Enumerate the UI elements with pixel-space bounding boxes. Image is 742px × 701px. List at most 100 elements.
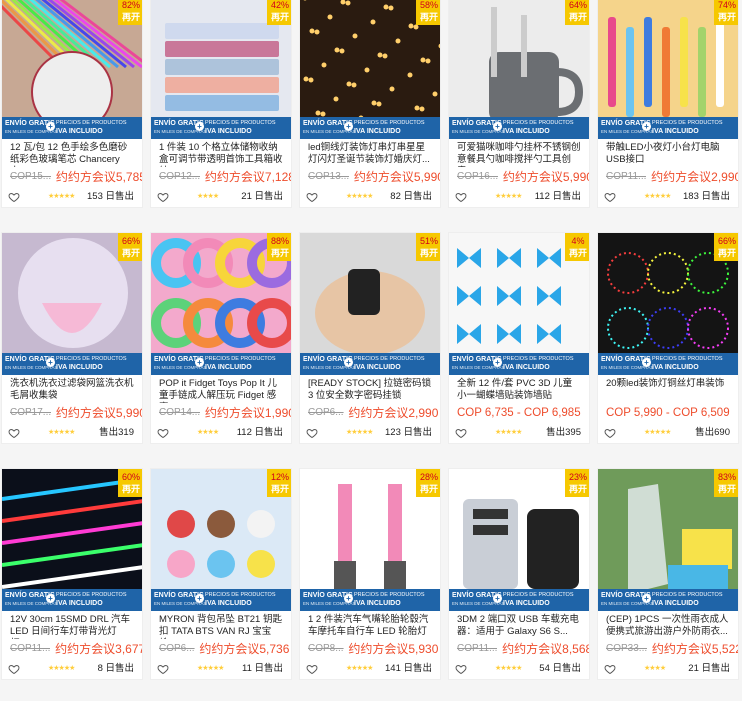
product-image[interactable]: 74% 再开 ENVÍO GRATIS EN MILES DE COMPRAS …	[598, 0, 738, 139]
iva-label: IVA INCLUIDO	[652, 600, 699, 607]
sale-price: 约约方会议5,990	[502, 170, 589, 184]
product-title[interactable]: 12 瓦/包 12 色手绘多色磨砂纸彩色玻璃笔芯 Chancery 中...	[2, 139, 142, 167]
product-card[interactable]: 42% 再开 ENVÍO GRATIS EN MILES DE COMPRAS …	[150, 0, 292, 208]
plus-icon: +	[493, 358, 502, 367]
product-card[interactable]: 51% 再开 ENVÍO GRATIS EN MILES DE COMPRAS …	[299, 232, 441, 444]
product-title[interactable]: [READY STOCK] 拉链密码锁 3 位安全数字密码挂锁	[300, 375, 440, 403]
product-card[interactable]: 60% 再开 ENVÍO GRATIS EN MILES DE COMPRAS …	[1, 468, 143, 680]
product-image[interactable]: 12% 再开 ENVÍO GRATIS EN MILES DE COMPRAS …	[151, 469, 291, 611]
product-card[interactable]: 58% 再开 ENVÍO GRATIS EN MILES DE COMPRAS …	[299, 0, 441, 208]
heart-icon[interactable]	[604, 663, 616, 675]
product-title[interactable]: 全新 12 件/套 PVC 3D 儿童小一蝴蝶墙贴装饰墙贴	[449, 375, 589, 403]
product-card[interactable]: 88% 再开 ENVÍO GRATIS EN MILES DE COMPRAS …	[150, 232, 292, 444]
heart-icon[interactable]	[455, 191, 467, 203]
heart-icon[interactable]	[604, 191, 616, 203]
sold-count: 8 日售出	[97, 663, 134, 674]
plus-icon: +	[195, 122, 204, 131]
product-card[interactable]: 12% 再开 ENVÍO GRATIS EN MILES DE COMPRAS …	[150, 468, 292, 680]
discount-percent: 88%	[270, 236, 289, 246]
discount-percent: 64%	[568, 0, 587, 10]
heart-icon[interactable]	[157, 663, 169, 675]
iva-label: IVA INCLUIDO	[56, 128, 103, 135]
meta-row: ★★★★★ 112 日售出	[449, 187, 589, 207]
product-title[interactable]: 1 件装 10 个格立体储物收纳盒可调节带透明首饰工具箱收纳	[151, 139, 291, 167]
product-image[interactable]: 58% 再开 ENVÍO GRATIS EN MILES DE COMPRAS …	[300, 0, 440, 139]
product-title[interactable]: 20颗led装饰灯铜丝灯串装饰	[598, 375, 738, 403]
promo-banner: ENVÍO GRATIS EN MILES DE COMPRAS + PRECI…	[449, 353, 589, 375]
heart-icon[interactable]	[306, 663, 318, 675]
product-image[interactable]: 66% 再开 ENVÍO GRATIS EN MILES DE COMPRAS …	[2, 233, 142, 375]
product-card[interactable]: 74% 再开 ENVÍO GRATIS EN MILES DE COMPRAS …	[597, 0, 739, 208]
product-title[interactable]: 12V 30cm 15SMD DRL 汽车 LED 日间行车灯带背光灯灯...	[2, 611, 142, 639]
meta-row: ★★★★★ 售出395	[449, 423, 589, 443]
product-image[interactable]: 66% 再开 ENVÍO GRATIS EN MILES DE COMPRAS …	[598, 233, 738, 375]
meta-row: ★★★★ 21 日售出	[598, 659, 738, 679]
product-image[interactable]: 64% 再开 ENVÍO GRATIS EN MILES DE COMPRAS …	[449, 0, 589, 139]
product-card[interactable]: 83% 再开 ENVÍO GRATIS EN MILES DE COMPRAS …	[597, 468, 739, 680]
rating-stars: ★★★★★	[644, 429, 671, 436]
plus-icon: +	[344, 122, 353, 131]
product-image[interactable]: 4% 再开 ENVÍO GRATIS EN MILES DE COMPRAS +…	[449, 233, 589, 375]
product-title[interactable]: 带触LED小夜灯小台灯电脑USB接口	[598, 139, 738, 167]
product-title[interactable]: 可爱猫咪咖啡勺挂杯不锈钢创意餐具勺咖啡搅拌勺工具创意...	[449, 139, 589, 167]
plus-icon: +	[642, 122, 651, 131]
heart-icon[interactable]	[306, 191, 318, 203]
discount-percent: 51%	[419, 236, 438, 246]
product-card[interactable]: 4% 再开 ENVÍO GRATIS EN MILES DE COMPRAS +…	[448, 232, 590, 444]
product-image[interactable]: 42% 再开 ENVÍO GRATIS EN MILES DE COMPRAS …	[151, 0, 291, 139]
heart-icon[interactable]	[8, 191, 20, 203]
original-price: COP11...	[10, 643, 51, 654]
product-card[interactable]: 66% 再开 ENVÍO GRATIS EN MILES DE COMPRAS …	[1, 232, 143, 444]
discount-badge: 23% 再开	[565, 469, 589, 497]
discount-badge: 42% 再开	[267, 0, 291, 25]
product-image[interactable]: 88% 再开 ENVÍO GRATIS EN MILES DE COMPRAS …	[151, 233, 291, 375]
original-price: COP11...	[457, 643, 498, 654]
product-title[interactable]: 1 2 件装汽车气嘴轮胎轮毂汽车摩托车自行车 LED 轮胎灯	[300, 611, 440, 639]
product-card[interactable]: 64% 再开 ENVÍO GRATIS EN MILES DE COMPRAS …	[448, 0, 590, 208]
product-card[interactable]: 28% 再开 ENVÍO GRATIS EN MILES DE COMPRAS …	[299, 468, 441, 680]
product-image[interactable]: 23% 再开 ENVÍO GRATIS EN MILES DE COMPRAS …	[449, 469, 589, 611]
discount-badge: 66% 再开	[118, 233, 142, 261]
original-price: COP6...	[308, 407, 344, 418]
product-card[interactable]: 82% 再开 ENVÍO GRATIS EN MILES DE COMPRAS …	[1, 0, 143, 208]
plus-icon: +	[46, 594, 55, 603]
heart-icon[interactable]	[157, 427, 169, 439]
plus-icon: +	[46, 122, 55, 131]
product-card[interactable]: 23% 再开 ENVÍO GRATIS EN MILES DE COMPRAS …	[448, 468, 590, 680]
product-image[interactable]: 28% 再开 ENVÍO GRATIS EN MILES DE COMPRAS …	[300, 469, 440, 611]
heart-icon[interactable]	[306, 427, 318, 439]
prices-label: PRECIOS DE PRODUCTOS	[503, 356, 574, 362]
iva-label: IVA INCLUIDO	[205, 128, 252, 135]
sale-price: 约约方会议3,677	[55, 642, 142, 656]
price-row: COP6... 约约方会议2,990	[300, 403, 440, 423]
heart-icon[interactable]	[604, 427, 616, 439]
product-image[interactable]: 82% 再开 ENVÍO GRATIS EN MILES DE COMPRAS …	[2, 0, 142, 139]
heart-icon[interactable]	[8, 427, 20, 439]
heart-icon[interactable]	[455, 663, 467, 675]
product-title[interactable]: led铜线灯装饰灯串灯串星星灯闪灯圣诞节装饰灯婚庆灯...	[300, 139, 440, 167]
product-title[interactable]: MYRON 背包吊坠 BT21 钥匙扣 TATA BTS VAN RJ 宝宝蛛.…	[151, 611, 291, 639]
heart-icon[interactable]	[8, 663, 20, 675]
product-image[interactable]: 83% 再开 ENVÍO GRATIS EN MILES DE COMPRAS …	[598, 469, 738, 611]
product-image[interactable]: 51% 再开 ENVÍO GRATIS EN MILES DE COMPRAS …	[300, 233, 440, 375]
iva-label: IVA INCLUIDO	[354, 600, 401, 607]
promo-banner: ENVÍO GRATIS EN MILES DE COMPRAS + PRECI…	[2, 353, 142, 375]
heart-icon[interactable]	[455, 427, 467, 439]
rating-stars: ★★★★★	[346, 665, 373, 672]
sold-count: 112 日售出	[534, 191, 581, 202]
discount-percent: 4%	[571, 236, 585, 246]
product-title[interactable]: (CEP) 1PCS 一次性雨衣成人便携式旅游出游户外防雨衣...	[598, 611, 738, 639]
product-title[interactable]: POP it Fidget Toys Pop It 儿童手链成人解压玩 Fidg…	[151, 375, 291, 403]
product-title[interactable]: 洗衣机洗衣过滤袋网篮洗衣机毛屑收集袋	[2, 375, 142, 403]
discount-badge: 82% 再开	[118, 0, 142, 25]
product-image[interactable]: 60% 再开 ENVÍO GRATIS EN MILES DE COMPRAS …	[2, 469, 142, 611]
discount-badge: 12% 再开	[267, 469, 291, 497]
sold-count: 售出319	[99, 427, 134, 438]
discount-percent: 82%	[121, 0, 140, 10]
price-row: COP17... 约约方会议5,990	[2, 403, 142, 423]
product-card[interactable]: 66% 再开 ENVÍO GRATIS EN MILES DE COMPRAS …	[597, 232, 739, 444]
price-row: COP15... 约约方会议5,785	[2, 167, 142, 187]
product-title[interactable]: 3DM 2 端口双 USB 车载充电器：适用于 Galaxy S6 S...	[449, 611, 589, 639]
discount-percent: 66%	[717, 236, 736, 246]
heart-icon[interactable]	[157, 191, 169, 203]
